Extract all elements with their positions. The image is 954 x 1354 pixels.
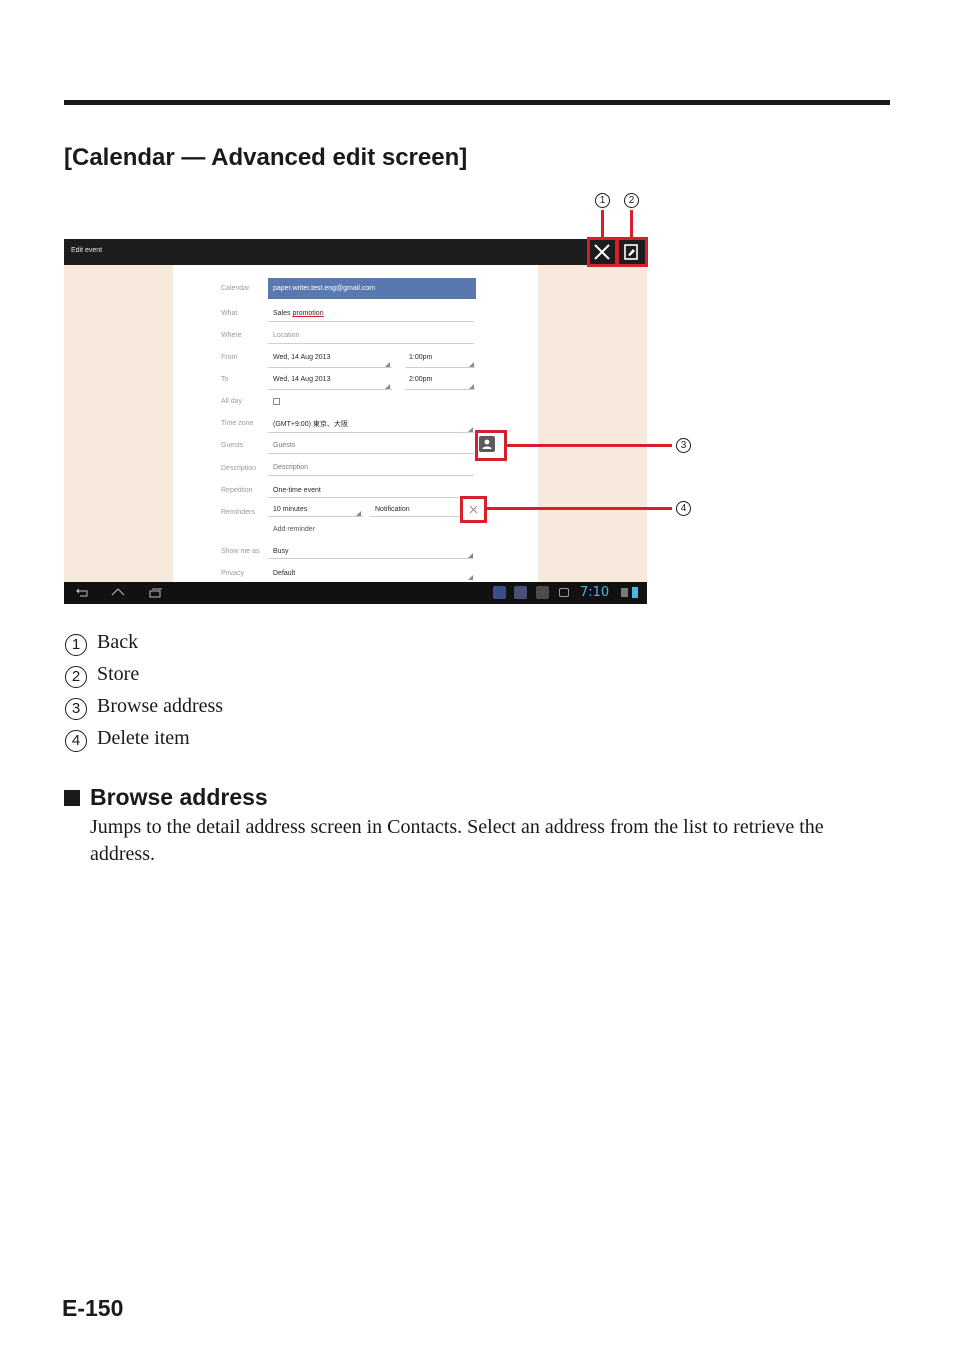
privacy-label: Privacy: [221, 570, 244, 577]
add-reminder-link[interactable]: Add reminder: [273, 526, 315, 533]
allday-label: All day: [221, 398, 243, 405]
callout-number-2: 2: [624, 193, 639, 208]
callout-line-2: [630, 210, 633, 238]
nav-back-button[interactable]: [74, 586, 90, 600]
callout-box-store: [616, 237, 648, 267]
home-icon: [111, 588, 125, 596]
callout-line-1: [601, 210, 604, 238]
reminder-time-underline: [268, 516, 363, 517]
what-value-suffix: promotion: [292, 310, 324, 317]
to-label: To: [221, 376, 229, 383]
battery-icon: [632, 587, 638, 598]
subsection-title: Browse address: [90, 784, 268, 810]
where-underline: [268, 343, 474, 344]
from-time-spinner[interactable]: 1:00pm: [409, 354, 432, 361]
legend-label-browse-address: Browse address: [97, 695, 224, 717]
what-input[interactable]: Sales promotion: [273, 310, 324, 317]
legend-number-2: 2: [65, 666, 87, 688]
description-underline: [268, 475, 474, 476]
action-bar: Edit event: [64, 239, 647, 265]
notification-app-icon: [514, 586, 527, 599]
notification-sync-icon: [493, 586, 506, 599]
from-label: From: [221, 354, 238, 361]
callout-box-delete-item: [460, 496, 487, 523]
notification-edit-icon: [536, 586, 549, 599]
signal-icon: [621, 588, 628, 597]
to-date-underline: [268, 389, 392, 390]
callout-number-1: 1: [595, 193, 610, 208]
callout-line-3: [507, 444, 672, 447]
top-rule: [64, 100, 890, 105]
calendar-value: paper.writer.test.eng@gmail.com: [273, 285, 376, 292]
to-date-spinner[interactable]: Wed, 14 Aug 2013: [273, 376, 330, 383]
showmeas-spinner[interactable]: Busy: [273, 548, 289, 555]
calendar-screenshot: Edit event Calendar What Where From To A…: [64, 239, 647, 604]
timezone-spinner[interactable]: (GMT+9:00) 東京、大阪: [273, 419, 348, 429]
legend-label-delete-item: Delete item: [97, 727, 190, 749]
where-label: Where: [221, 332, 242, 339]
from-time-underline: [405, 367, 475, 368]
to-time-spinner[interactable]: 2:00pm: [409, 376, 432, 383]
reminders-label: Reminders: [221, 509, 255, 516]
timezone-label: Time zone: [221, 420, 254, 427]
callout-number-3: 3: [676, 438, 691, 453]
dropdown-corner-icon: [468, 575, 473, 580]
repetition-spinner[interactable]: One-time event: [273, 487, 321, 494]
description-input[interactable]: Description: [273, 464, 308, 471]
subsection-body: Jumps to the detail address screen in Co…: [90, 816, 824, 865]
back-arrow-icon: [76, 588, 88, 597]
legend-number-3: 3: [65, 698, 87, 720]
page-number: E-150: [62, 1295, 124, 1321]
what-value-prefix: Sales: [273, 310, 293, 317]
reminder-method-spinner[interactable]: Notification: [375, 506, 410, 513]
callout-number-4: 4: [676, 501, 691, 516]
subsection-square-icon: [64, 790, 80, 806]
status-clock: 7:10: [580, 585, 610, 600]
from-date-spinner[interactable]: Wed, 14 Aug 2013: [273, 354, 330, 361]
where-input[interactable]: Location: [273, 332, 299, 339]
notification-image-icon: [559, 588, 569, 597]
system-navigation-bar: 7:10: [64, 582, 647, 604]
legend-number-1: 1: [65, 634, 87, 656]
nav-home-button[interactable]: [110, 586, 126, 600]
privacy-spinner[interactable]: Default: [273, 570, 295, 577]
timezone-underline: [268, 432, 474, 433]
repetition-label: Repetition: [221, 487, 253, 494]
section-title: [Calendar — Advanced edit screen]: [64, 144, 468, 171]
showmeas-underline: [268, 558, 474, 559]
callout-box-browse-address: [475, 430, 507, 461]
reminder-method-underline: [370, 516, 460, 517]
legend-label-store: Store: [97, 663, 140, 685]
legend-label-back: Back: [97, 631, 139, 653]
description-label: Description: [221, 465, 257, 472]
what-underline: [268, 321, 474, 322]
reminder-time-spinner[interactable]: 10 minutes: [273, 506, 307, 513]
action-bar-title: Edit event: [71, 247, 103, 254]
legend-number-4: 4: [65, 730, 87, 752]
calendar-label: Calendar: [221, 285, 250, 292]
callout-line-4: [487, 507, 672, 510]
what-label: What: [221, 310, 238, 317]
allday-checkbox[interactable]: [273, 398, 280, 405]
repetition-underline: [268, 497, 474, 498]
from-date-underline: [268, 367, 392, 368]
guests-label: Guests: [221, 442, 244, 449]
to-time-underline: [405, 389, 475, 390]
guests-input[interactable]: Guests: [273, 442, 295, 449]
guests-underline: [268, 453, 474, 454]
callout-box-back: [587, 237, 618, 267]
recent-apps-icon: [149, 588, 162, 598]
nav-recent-apps-button[interactable]: [147, 586, 163, 600]
calendar-select[interactable]: paper.writer.test.eng@gmail.com: [268, 278, 476, 299]
showmeas-label: Show me as: [221, 548, 260, 555]
